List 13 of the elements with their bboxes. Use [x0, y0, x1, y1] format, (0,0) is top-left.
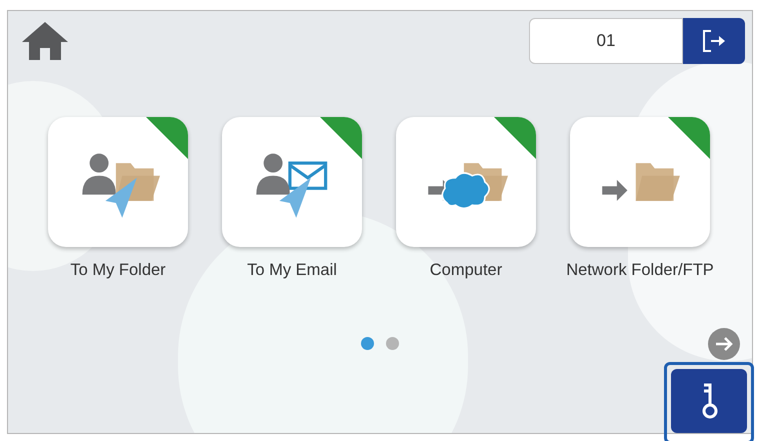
logout-icon	[701, 28, 727, 54]
tile-label: Computer	[428, 260, 504, 281]
key-button[interactable]	[671, 369, 747, 433]
tile-label: Network Folder/FTP	[565, 260, 715, 281]
tile-label: To My Folder	[69, 260, 167, 281]
scan-destination-tile[interactable]	[396, 117, 536, 247]
scan-destination-tile[interactable]	[222, 117, 362, 247]
scan-destination-tile[interactable]	[570, 117, 710, 247]
scan-destination-tile[interactable]	[48, 117, 188, 247]
user-id-field[interactable]: 01	[529, 18, 683, 64]
tile-label: To My Email	[246, 260, 338, 281]
logout-button[interactable]	[683, 18, 745, 64]
home-icon[interactable]	[22, 22, 68, 60]
